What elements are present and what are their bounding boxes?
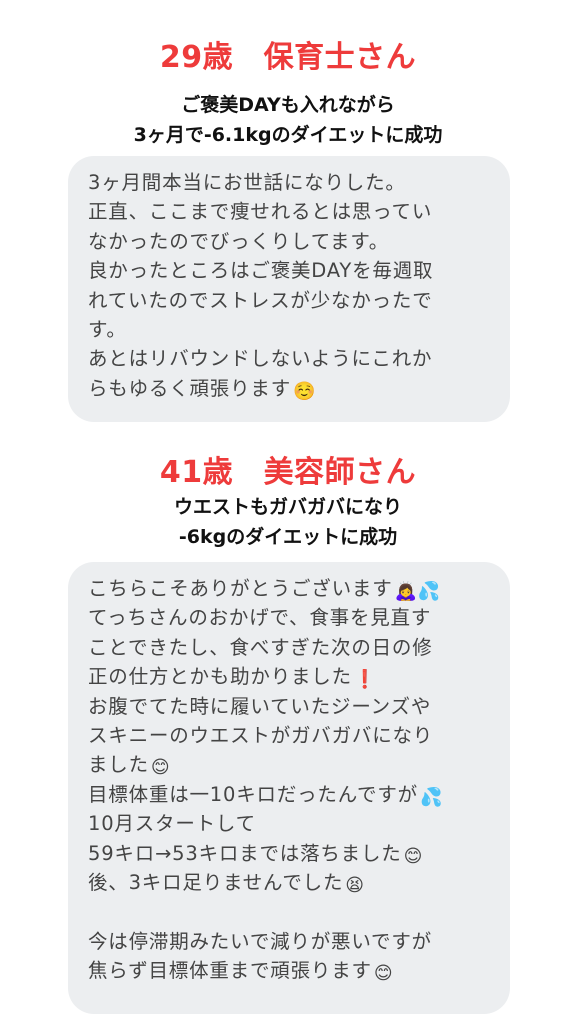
message-line: あとはリバウンドしないようにこれか: [88, 347, 433, 371]
message-line: ました 😊: [88, 753, 171, 779]
message-line: 今は停滞期みたいで減りが悪いですが: [88, 929, 432, 953]
tired-face-icon: 😫: [345, 874, 365, 896]
section-title-1: 29歳 保育士さん: [159, 40, 417, 75]
subtitle-line: 3ヶ月で-6.1kgのダイエットに成功: [133, 124, 443, 146]
message-line: 後、3キロ足りませんでした 😫: [88, 870, 365, 896]
message-line: らもゆるく頑張ります ☺️: [88, 376, 317, 402]
message-line: ことできたし、食べすぎた次の日の修: [88, 635, 433, 659]
smiling-face-icon: 😊: [403, 845, 424, 867]
message-bubble-1: 3ヶ月間本当にお世話になりした。 正直、ここまで痩せれるとは思ってい なかったの…: [68, 156, 510, 422]
message-line: す。: [88, 317, 127, 341]
subtitle-line: ウエストもガバガバになり: [173, 496, 402, 518]
message-line: なかったのでびっくりしてます。: [88, 229, 389, 253]
smiling-face-icon: ☺️: [293, 380, 317, 402]
message-line: こちらこそありがとうございます 🙇‍♀️💦: [88, 577, 441, 602]
message-line: 3ヶ月間本当にお世話になりした。: [88, 171, 406, 194]
message-line: 良かったところはご褒美DAYを毎週取: [88, 259, 434, 283]
smiling-face-icon: 😊: [150, 757, 171, 779]
message-line: れていたのでストレスが少なかったで: [88, 288, 433, 312]
section-subtitle-2: ウエストもガバガバになり -6kgのダイエットに成功: [0, 492, 576, 552]
message-line: 焦らず目標体重まで頑張ります 😊: [88, 959, 394, 985]
exclamation-icon: ❗: [353, 669, 378, 691]
message-line: 正直、ここまで痩せれるとは思ってい: [88, 200, 433, 224]
message-line: [88, 897, 492, 926]
message-line: 59キロ→53キロまでは落ちました 😊: [88, 841, 424, 867]
message-line: スキニーのウエストがガバガバになり: [88, 723, 434, 747]
message-line: 10月スタートして: [88, 812, 256, 836]
message-bubble-2: こちらこそありがとうございます 🙇‍♀️💦 てっちさんのおかげで、食事を見直す こ…: [68, 562, 510, 1014]
subtitle-line: -6kgのダイエットに成功: [178, 526, 398, 548]
bowing-woman-sweat-icon: 🙇‍♀️💦: [394, 581, 441, 602]
message-line: 正の仕方とかも助かりました ❗: [88, 665, 378, 691]
message-line: 目標体重は一10キロだったんですが 💦: [88, 782, 444, 808]
message-line: てっちさんのおかげで、食事を見直す: [88, 606, 432, 630]
section-title-2: 41歳 美容師さん: [159, 455, 417, 490]
sweat-drops-icon: 💦: [419, 786, 444, 808]
subtitle-line: ご褒美DAYも入れながら: [181, 94, 395, 116]
smiling-face-icon: 😊: [373, 963, 394, 985]
message-line: お腹でてた時に履いていたジーンズや: [88, 694, 432, 718]
section-subtitle-1: ご褒美DAYも入れながら 3ヶ月で-6.1kgのダイエットに成功: [0, 90, 576, 150]
